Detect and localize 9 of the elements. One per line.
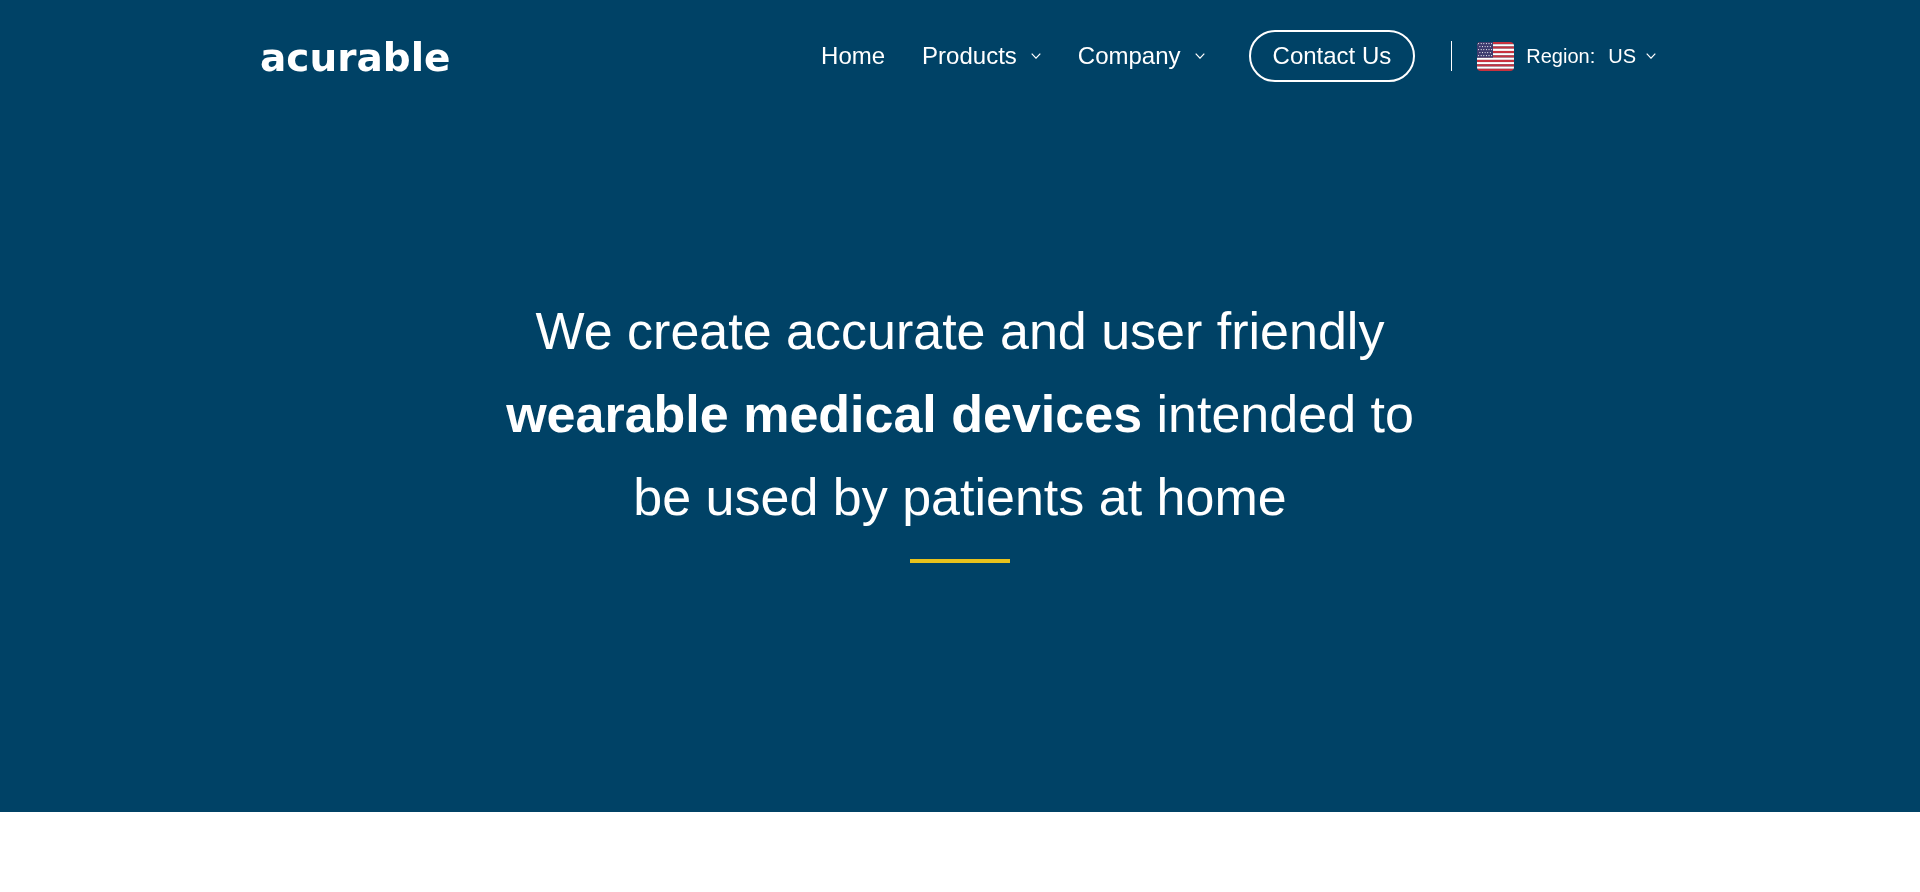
nav-link[interactable]: Products (922, 42, 1041, 70)
region-select[interactable]: US (1608, 44, 1656, 68)
flag-icon (1477, 41, 1515, 71)
logo[interactable]: acurable (260, 37, 451, 77)
region-label: Region: (1526, 44, 1596, 68)
contact-button[interactable]: Contact Us (1248, 30, 1416, 82)
nav-link[interactable]: Home (821, 42, 886, 70)
hero-headline: We create accurate and user friendly wearable medical devices intended to be used by patients at home (505, 301, 1415, 528)
nav-link[interactable]: Company (1077, 42, 1205, 70)
